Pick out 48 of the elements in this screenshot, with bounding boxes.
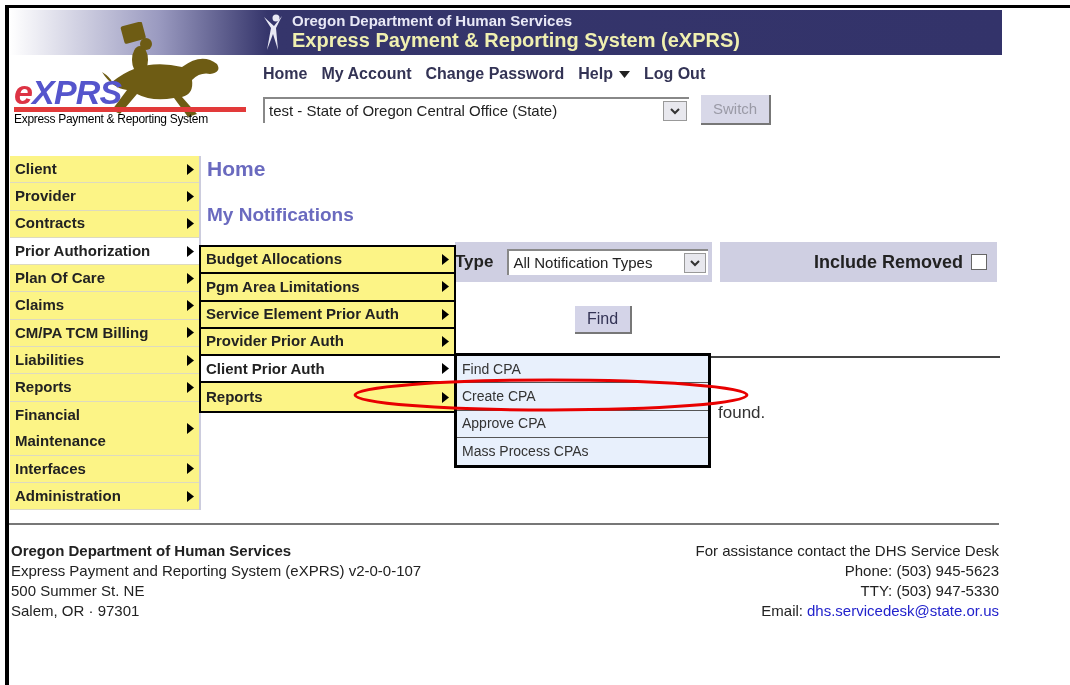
submenu-arrow-icon (442, 281, 449, 293)
menu-item[interactable]: Client Prior Auth (201, 356, 454, 384)
submenu-arrow-icon (187, 218, 194, 230)
submenu-arrow-icon (442, 363, 449, 375)
footer-organization: Oregon Department of Human Services (11, 541, 293, 562)
submenu-arrow-icon (442, 254, 449, 266)
submenu-arrow-icon (187, 300, 194, 312)
submenu-arrow-icon (187, 272, 194, 284)
submenu-arrow-icon (187, 422, 194, 434)
footer-text: TTY: (503) 947-5330 (860, 581, 999, 602)
nav-link[interactable]: Help (578, 62, 630, 86)
result-message: found. (718, 402, 767, 424)
footer-text: Express Payment and Reporting System (eXPRS) v2-0-0-107 (11, 561, 422, 582)
nav-link[interactable]: My Account (321, 62, 412, 86)
footer-text: Email: (761, 601, 803, 622)
section-title: My Notifications (207, 205, 355, 224)
submenu-arrow-icon (442, 336, 449, 348)
submenu-arrow-icon (187, 163, 194, 175)
find-button[interactable]: Find (575, 306, 633, 334)
email-link[interactable]: dhs.servicedesk@state.or.us (807, 601, 999, 622)
footer-text: 500 Summer St. NE (11, 581, 146, 602)
page-title: Home (207, 158, 267, 179)
submenu-arrow-icon (187, 190, 194, 202)
nav-link[interactable]: Log Out (643, 62, 706, 86)
nav-link[interactable]: Home (263, 62, 308, 86)
filter-panel: Type All Notification Types (455, 242, 712, 282)
footer-text: Salem, OR · 97301 (11, 601, 141, 622)
menu-item[interactable]: Prior Authorization (10, 237, 199, 266)
submenu-arrow-icon (187, 490, 194, 502)
type-select[interactable]: All Notification Types (507, 249, 708, 275)
footer-text: Phone: (503) 945-5623 (844, 561, 999, 582)
submenu-arrow-icon (187, 382, 194, 393)
submenu-arrow-icon (187, 354, 194, 366)
submenu-arrow-icon (442, 391, 449, 403)
footer-text: For assistance contact the DHS Service Desk (695, 541, 999, 562)
exprs-logo: eXPRS (14, 75, 123, 109)
filter-panel: Include Removed (720, 242, 997, 282)
nav-link[interactable]: Change Password (425, 62, 565, 86)
submenu-arrow-icon (187, 327, 194, 339)
submenu-arrow-icon (187, 245, 194, 257)
logo-subtitle: Express Payment & Reporting System (14, 112, 209, 127)
submenu-arrow-icon (442, 308, 449, 320)
submenu-arrow-icon (187, 463, 194, 475)
caret-icon (618, 70, 630, 78)
system-title: Express Payment & Reporting System (eXPRS) (292, 30, 740, 50)
organization-select[interactable]: test - State of Oregon Central Office (State) (263, 97, 689, 123)
include-removed-checkbox[interactable] (971, 254, 987, 270)
agency-name: Oregon Department of Human Services (292, 13, 574, 28)
